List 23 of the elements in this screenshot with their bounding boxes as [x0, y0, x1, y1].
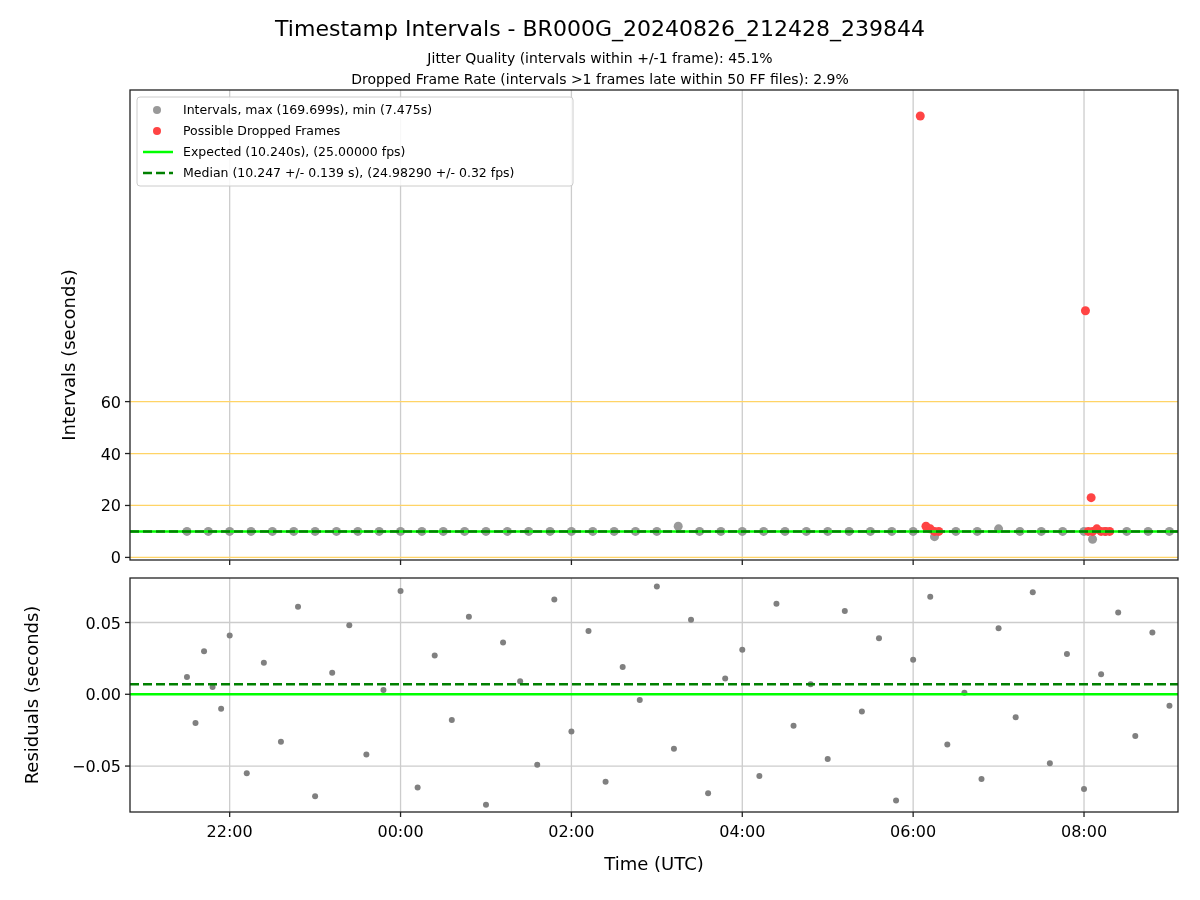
- legend-label: Expected (10.240s), (25.00000 fps): [183, 144, 406, 159]
- legend-label: Median (10.247 +/- 0.139 s), (24.98290 +/- 0.32 fps): [183, 165, 515, 180]
- tick-label: 08:00: [1060, 822, 1108, 841]
- tick-label: 06:00: [890, 822, 937, 841]
- legend-label: Intervals, max (169.699s), min (7.475s): [183, 102, 433, 117]
- tick-label: 02:00: [548, 822, 595, 841]
- tick-label: −0.05: [71, 757, 121, 777]
- tick-label: 22:00: [206, 822, 253, 841]
- tick-label: 20: [100, 496, 121, 516]
- figure-title: Timestamp Intervals - BR000G_20240826_212428_239844: [275, 16, 925, 41]
- axis-title: Intervals (seconds): [58, 269, 79, 441]
- tick-label: 00:00: [377, 822, 424, 841]
- axis-title: Residuals (seconds): [21, 605, 42, 785]
- figure-subtitle: Jitter Quality (intervals within +/-1 frame): 45.1%: [427, 50, 773, 66]
- tick-label: 0.05: [85, 613, 121, 633]
- tick-label: 40: [100, 444, 121, 464]
- tick-label: 60: [100, 392, 121, 412]
- tick-label: 0: [110, 548, 121, 568]
- figure-subtitle: Dropped Frame Rate (intervals >1 frames late within 50 FF files): 2.9%: [351, 71, 849, 87]
- axis-title: Time (UTC): [604, 853, 704, 874]
- tick-label: 0.00: [85, 685, 121, 705]
- tick-label: 04:00: [719, 822, 766, 841]
- legend-label: Possible Dropped Frames: [183, 123, 341, 138]
